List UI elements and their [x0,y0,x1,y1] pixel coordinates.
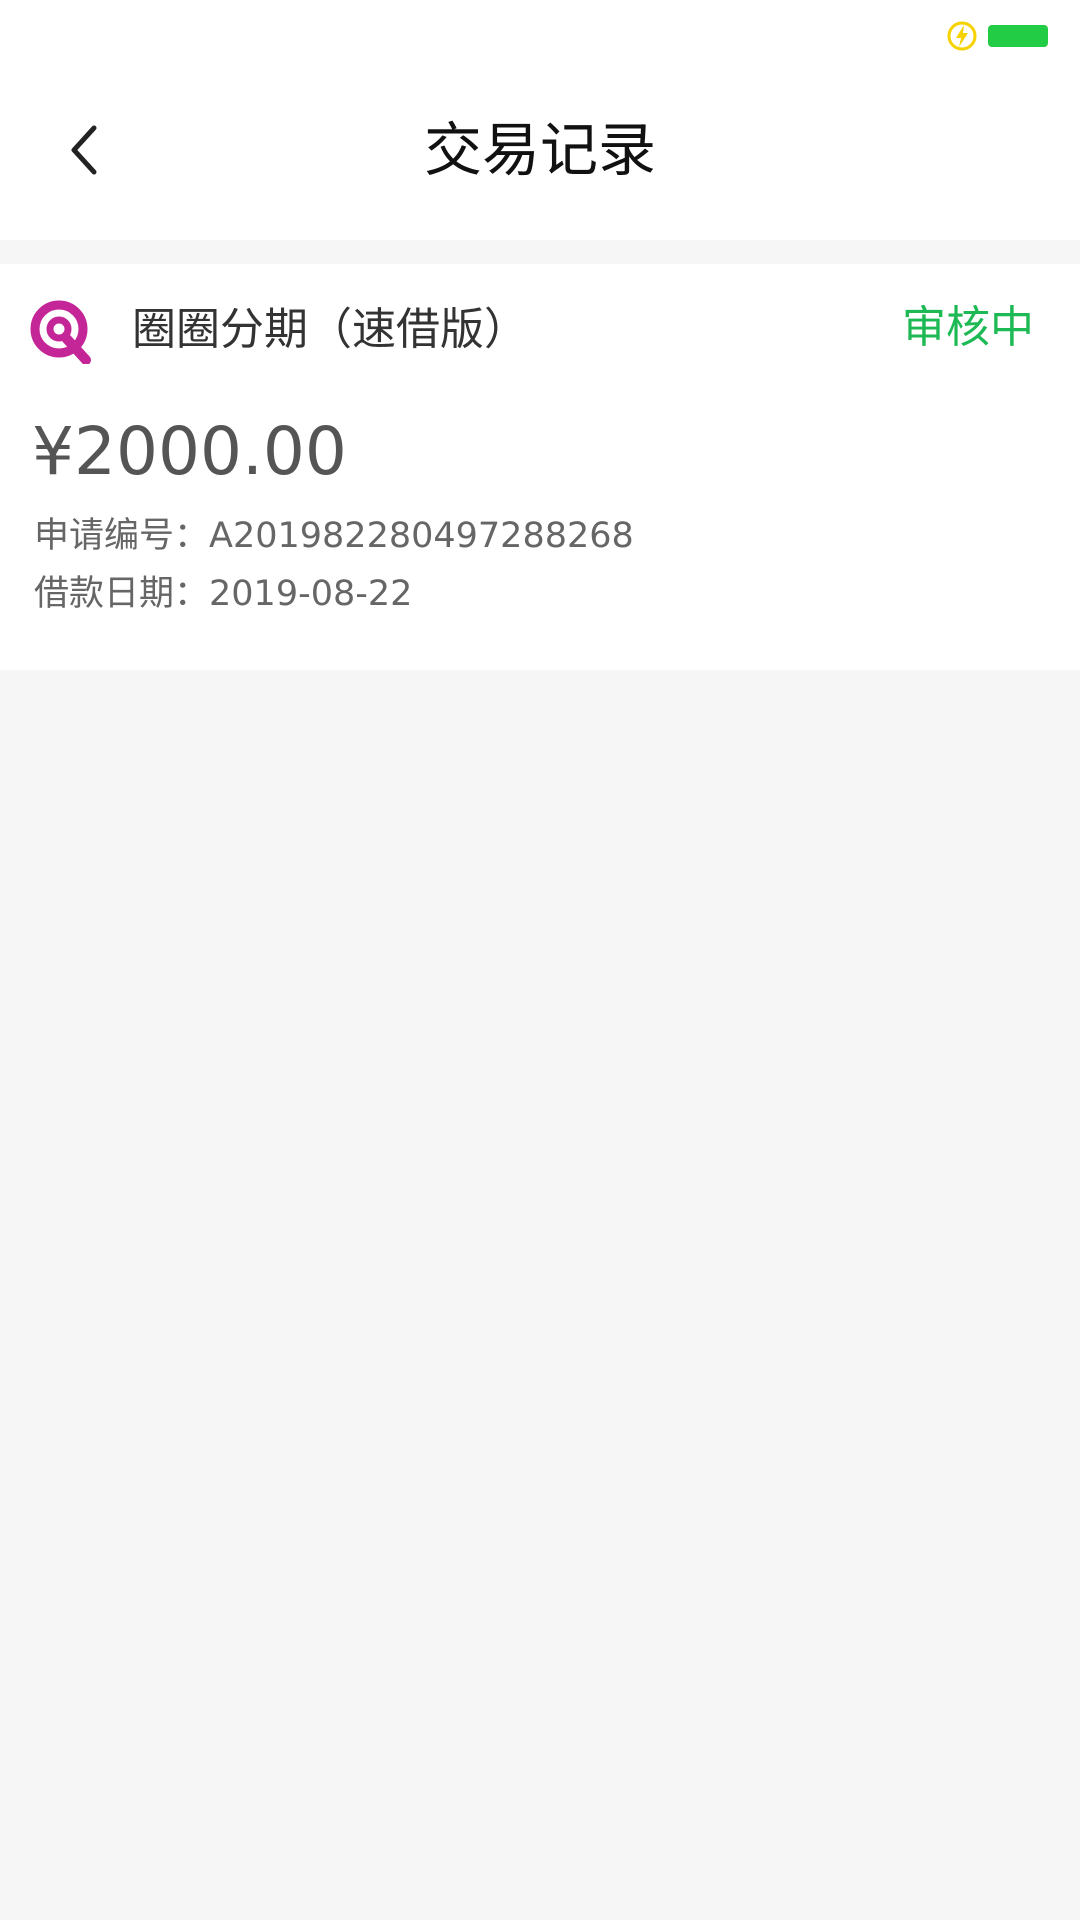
loan-date-row: 借款日期：2019-08-22 [34,570,412,618]
product-logo-icon [30,300,91,364]
loan-amount: ¥2000.00 [32,413,347,490]
loan-date-label: 借款日期： [34,574,210,614]
battery-icon [988,25,1048,47]
transaction-record-card[interactable]: 圈圈分期（速借版） 审核中 ¥2000.00 申请编号：A20198228049… [0,264,1080,670]
application-id-row: 申请编号：A201982280497288268 [34,512,634,560]
loan-date-value: 2019-08-22 [209,574,413,614]
navigation-bar: 交易记录 [0,72,1080,240]
product-name: 圈圈分期（速借版） [132,304,528,355]
status-badge: 审核中 [902,302,1034,353]
page-title: 交易记录 [423,116,656,184]
lightning-icon [947,21,977,51]
status-bar [0,0,1080,72]
application-id-label: 申请编号： [34,516,210,556]
application-id-value: A201982280497288268 [209,516,634,556]
